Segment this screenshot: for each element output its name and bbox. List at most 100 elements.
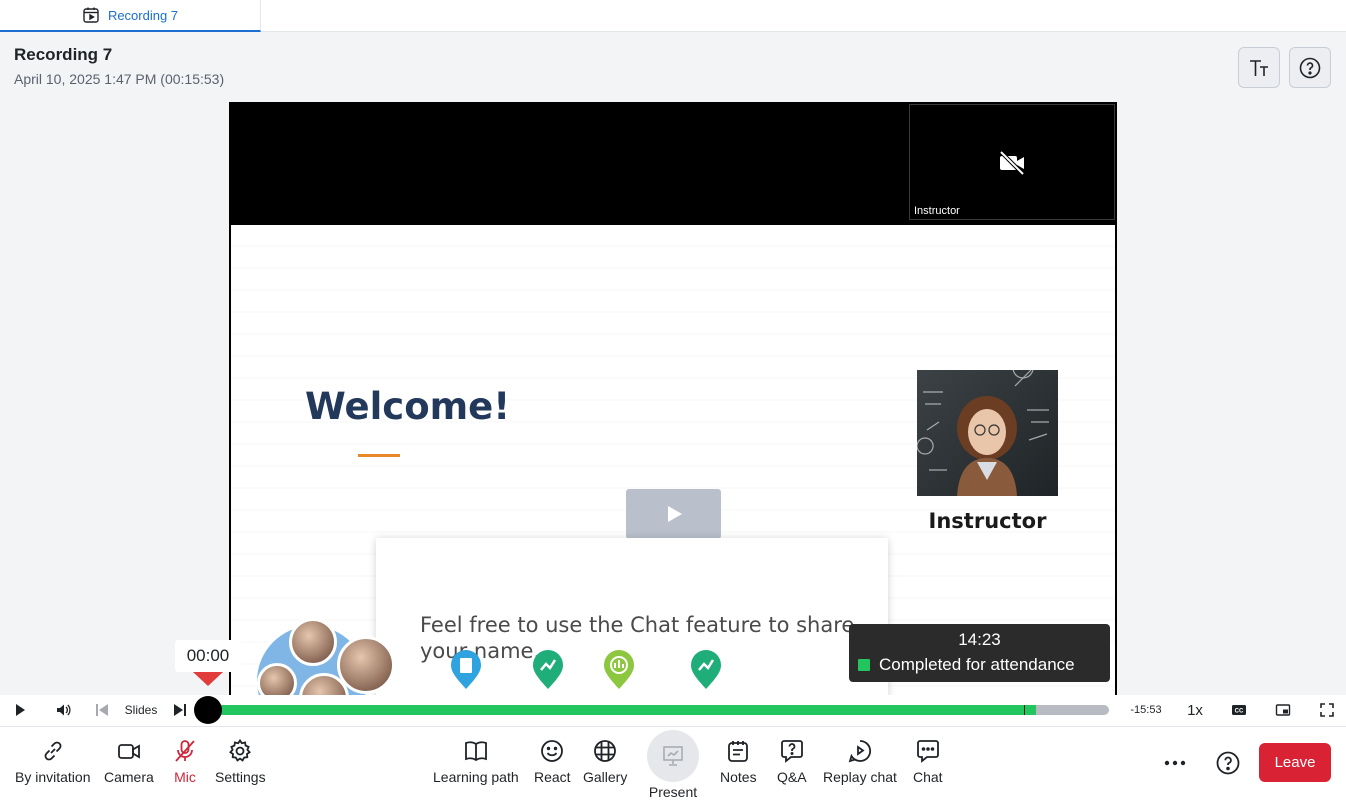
participant-photo — [257, 663, 297, 695]
settings-button[interactable]: Settings — [215, 738, 266, 785]
mic-button[interactable]: Mic — [172, 738, 198, 785]
gallery-label: Gallery — [583, 769, 628, 785]
present-label: Present — [648, 784, 698, 800]
heading-underline — [358, 454, 400, 457]
position-marker — [193, 672, 223, 686]
settings-label: Settings — [215, 769, 266, 785]
play-icon — [667, 506, 682, 522]
book-icon — [464, 741, 487, 762]
present-circle — [647, 730, 699, 782]
react-label: React — [534, 769, 571, 785]
mic-muted-icon — [175, 740, 195, 762]
learning-path-label: Learning path — [433, 769, 519, 785]
text-size-button[interactable] — [1238, 47, 1280, 88]
instructor-photo — [917, 370, 1058, 496]
replay-chat-icon — [848, 740, 872, 763]
grid-icon — [594, 740, 617, 762]
play-button[interactable] — [8, 695, 32, 725]
tab-recording[interactable]: Recording 7 — [0, 0, 261, 32]
slides-label: Slides — [124, 703, 158, 717]
next-slide-button[interactable] — [168, 695, 192, 725]
slide-heading: Welcome! — [305, 385, 511, 428]
captions-button[interactable]: CC — [1226, 695, 1252, 725]
tooltip-status-line: Completed for attendance — [858, 655, 1075, 675]
notes-button[interactable]: Notes — [720, 738, 757, 785]
page-title: Recording 7 — [14, 45, 113, 64]
react-button[interactable]: React — [534, 738, 571, 785]
volume-button[interactable] — [50, 695, 76, 725]
instructor-camera-tile: Instructor — [909, 104, 1115, 220]
mic-label: Mic — [174, 769, 196, 785]
remaining-time: -15:53 — [1130, 704, 1162, 716]
picture-in-picture-button[interactable] — [1270, 695, 1296, 725]
qa-button[interactable]: Q&A — [777, 738, 807, 785]
hover-time-label: 00:00 — [175, 640, 241, 672]
fullscreen-button[interactable] — [1314, 695, 1340, 725]
present-button[interactable]: Present — [647, 730, 699, 800]
slide-card-text: Feel free to use the Chat feature to sha… — [420, 613, 855, 663]
video-player[interactable]: Instructor Welcome! Instructor Feel free… — [229, 102, 1117, 695]
help-icon — [1299, 57, 1321, 78]
chat-label: Chat — [913, 769, 943, 785]
gallery-button[interactable]: Gallery — [583, 738, 627, 785]
captions-icon: CC — [1232, 705, 1246, 715]
instructor-caption: Instructor — [928, 509, 1047, 533]
gear-icon — [229, 738, 252, 762]
leave-button[interactable]: Leave — [1259, 743, 1331, 782]
more-icon — [1164, 760, 1186, 766]
participant-photo-collage — [249, 618, 414, 695]
play-icon — [16, 704, 25, 716]
status-square-icon — [858, 659, 870, 671]
tab-label: Recording 7 — [107, 7, 179, 23]
tooltip-status: Completed for attendance — [879, 655, 1075, 674]
chat-icon — [916, 740, 939, 763]
skip-previous-icon — [96, 704, 108, 716]
smiley-icon — [541, 740, 564, 762]
camera-tile-label: Instructor — [914, 205, 960, 217]
more-options-button[interactable] — [1160, 748, 1190, 778]
meeting-toolbar: By invitation Camera Mic Settings Learni… — [0, 728, 1346, 800]
document-pin-icon — [451, 650, 481, 689]
tooltip-time: 14:23 — [958, 630, 1001, 649]
attendance-tooltip: 14:23 Completed for attendance — [849, 624, 1110, 682]
progress-fill — [208, 705, 1037, 715]
activity-pin-icon — [533, 650, 563, 689]
progress-marker-tick — [1024, 705, 1026, 715]
participant-photo — [289, 618, 337, 666]
fullscreen-icon — [1320, 703, 1334, 717]
scrubber-knob[interactable] — [194, 696, 222, 724]
notes-label: Notes — [720, 769, 757, 785]
poll-pin-icon — [604, 650, 634, 689]
camera-label: Camera — [104, 769, 154, 785]
replay-chat-label: Replay chat — [823, 769, 897, 785]
volume-icon — [57, 704, 71, 716]
link-icon — [44, 741, 62, 761]
svg-text:CC: CC — [1235, 709, 1244, 715]
help-button-top[interactable] — [1289, 47, 1331, 88]
previous-slide-button[interactable] — [90, 695, 114, 725]
question-bubble-icon — [780, 740, 803, 763]
by-invitation-label: By invitation — [15, 769, 91, 785]
progress-track[interactable] — [208, 705, 1109, 715]
help-icon — [1216, 751, 1240, 775]
playback-controls: Slides -15:53 1x CC — [0, 695, 1346, 727]
replay-chat-button[interactable]: Replay chat — [823, 738, 897, 785]
recording-subtitle: April 10, 2025 1:47 PM (00:15:53) — [14, 71, 225, 87]
learning-path-button[interactable]: Learning path — [433, 738, 519, 785]
recording-icon — [83, 7, 99, 23]
chat-button[interactable]: Chat — [913, 738, 943, 785]
slide-play-button[interactable] — [626, 489, 721, 539]
playback-speed-button[interactable]: 1x — [1180, 695, 1210, 725]
activity-pin-icon — [691, 650, 721, 689]
presentation-icon — [663, 746, 683, 766]
camera-button[interactable]: Camera — [104, 738, 154, 785]
tab-bar: Recording 7 — [0, 0, 1346, 32]
picture-in-picture-icon — [1275, 704, 1291, 716]
skip-next-icon — [174, 704, 186, 716]
notes-icon — [728, 741, 749, 762]
help-button[interactable] — [1214, 748, 1242, 778]
qa-label: Q&A — [777, 769, 807, 785]
text-size-icon — [1250, 59, 1268, 76]
by-invitation-button[interactable]: By invitation — [15, 738, 90, 785]
camera-off-icon — [999, 150, 1025, 176]
